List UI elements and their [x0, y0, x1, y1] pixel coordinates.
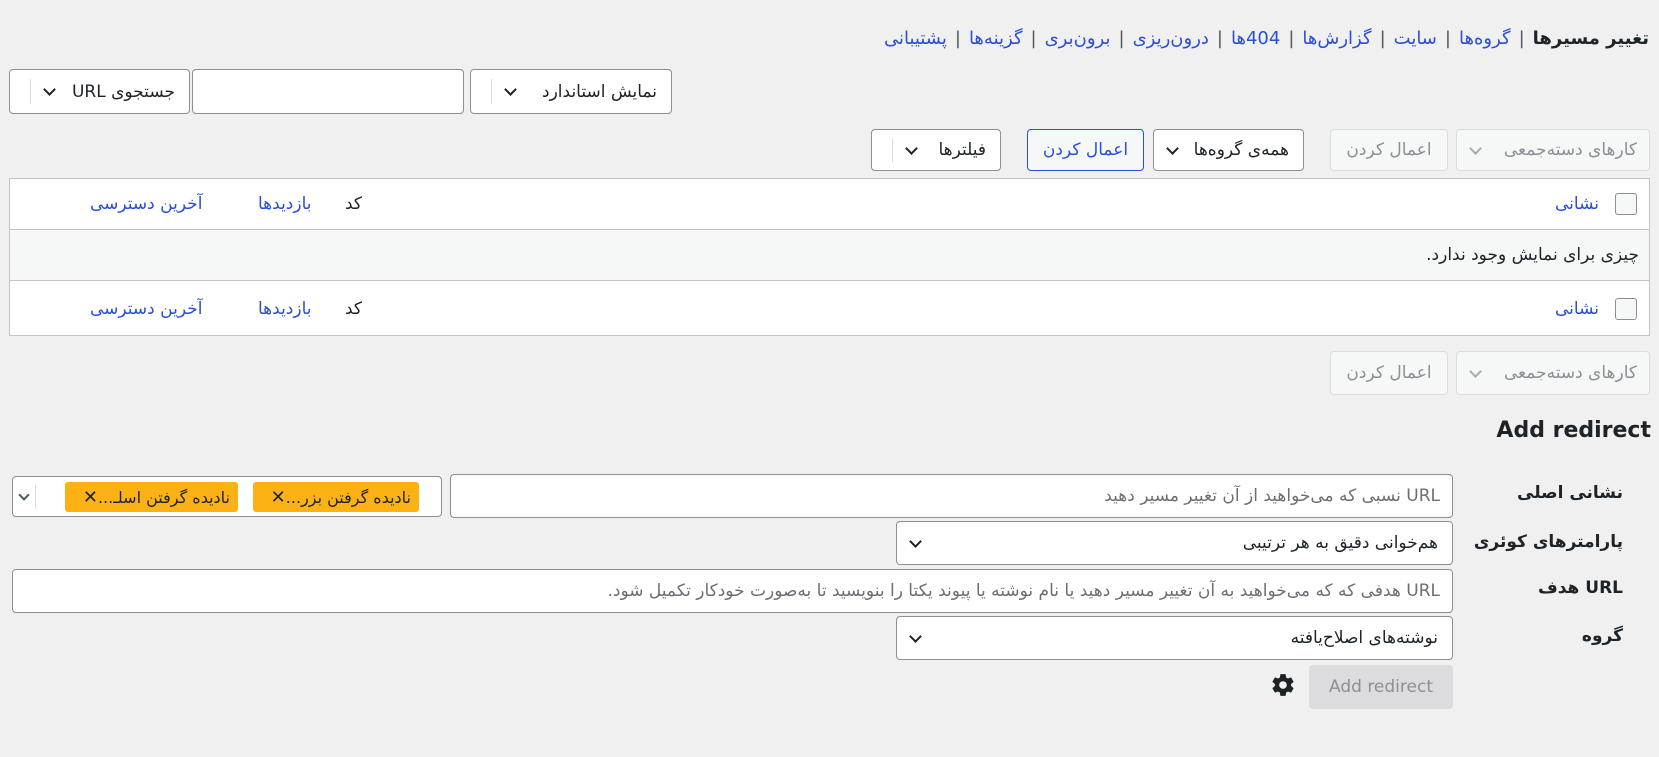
- chevron-down-icon: [897, 522, 933, 564]
- search-type-select[interactable]: جستجوی URL: [9, 69, 190, 114]
- nav-link-logs[interactable]: گزارش‌ها: [1302, 28, 1371, 49]
- search-type-value: جستجوی URL: [71, 81, 175, 102]
- nav-separator: |: [1518, 28, 1525, 49]
- close-icon[interactable]: ✕: [271, 487, 286, 508]
- bulk-actions-select-bottom[interactable]: کارهای دسته‌جمعی: [1456, 351, 1650, 395]
- select-divider: [892, 138, 893, 162]
- flag-tag-label: نادیده گرفتن اسلـ...: [97, 487, 230, 507]
- select-all-checkbox-footer[interactable]: [1615, 297, 1637, 320]
- chevron-down-icon: [1457, 130, 1493, 170]
- subsubsub-nav: تغییر مسیرها | گروه‌ها | سایت | گزارش‌ها…: [884, 28, 1649, 49]
- bulk-apply-label: اعمال کردن: [1346, 140, 1432, 160]
- group-select[interactable]: نوشته‌های اصلاح‌یافته: [896, 616, 1453, 660]
- nav-separator: |: [1216, 28, 1223, 49]
- nav-link-support[interactable]: پشتیبانی: [884, 28, 947, 49]
- chevron-down-icon: [492, 70, 528, 113]
- nav-link-site[interactable]: سایت: [1394, 28, 1437, 49]
- column-footer-last-access[interactable]: آخرین دسترسی: [90, 299, 202, 319]
- filter-apply-button[interactable]: اعمال کردن: [1027, 129, 1144, 171]
- query-params-select[interactable]: هم‌خوانی دقیق به هر ترتیبی: [896, 521, 1453, 565]
- bulk-apply-label: اعمال کردن: [1346, 363, 1432, 383]
- select-divider: [30, 78, 31, 105]
- close-icon[interactable]: ✕: [83, 487, 98, 508]
- bulk-actions-label: کارهای دسته‌جمعی: [1503, 363, 1637, 383]
- filter-apply-label: اعمال کردن: [1042, 140, 1129, 160]
- target-url-input[interactable]: URL هدفی که که می‌خواهید به آن تغییر مسی…: [12, 569, 1453, 613]
- table-empty-row: چیزی برای نمایش وجود ندارد.: [10, 230, 1649, 281]
- nav-separator: |: [1444, 28, 1451, 49]
- nav-link-groups[interactable]: گروه‌ها: [1459, 28, 1511, 49]
- flag-tag-ignore-slash: نادیده گرفتن اسلـ... ✕: [64, 482, 238, 512]
- select-divider: [35, 485, 36, 509]
- groups-filter-select[interactable]: همه‌ی گروه‌ها: [1153, 129, 1304, 171]
- source-url-label: نشانی اصلی: [1517, 483, 1623, 503]
- group-value: نوشته‌های اصلاح‌یافته: [1290, 628, 1438, 648]
- column-header-url[interactable]: نشانی: [1555, 194, 1599, 214]
- column-footer-url[interactable]: نشانی: [1555, 299, 1599, 319]
- bulk-actions-select[interactable]: کارهای دسته‌جمعی: [1456, 129, 1650, 171]
- table-footer-row: نشانی کد بازدیدها آخرین دسترسی: [10, 282, 1649, 335]
- empty-message: چیزی برای نمایش وجود ندارد.: [1426, 245, 1639, 265]
- nav-link-import[interactable]: درون‌ریزی: [1133, 28, 1209, 49]
- chevron-down-icon: [897, 617, 933, 659]
- redirects-table: نشانی کد بازدیدها آخرین دسترسی چیزی برای…: [9, 178, 1650, 336]
- source-url-placeholder: URL نسبی که می‌خواهید از آن تغییر مسیر د…: [1104, 486, 1440, 506]
- query-params-value: هم‌خوانی دقیق به هر ترتیبی: [1242, 533, 1438, 553]
- filters-label: فیلترها: [938, 140, 986, 160]
- bulk-actions-label: کارهای دسته‌جمعی: [1503, 140, 1637, 160]
- gear-icon[interactable]: [1270, 672, 1296, 698]
- nav-link-options[interactable]: گزینه‌ها: [969, 28, 1023, 49]
- chevron-down-icon: [13, 477, 35, 516]
- groups-filter-value: همه‌ی گروه‌ها: [1193, 140, 1289, 160]
- add-redirect-button[interactable]: Add redirect: [1309, 665, 1453, 709]
- search-input[interactable]: [192, 69, 464, 114]
- nav-separator: |: [954, 28, 961, 49]
- chevron-down-icon: [893, 130, 929, 170]
- nav-link-404s[interactable]: 404ها: [1231, 28, 1280, 49]
- bulk-apply-button[interactable]: اعمال کردن: [1330, 129, 1448, 171]
- source-flags-select[interactable]: نادیده گرفتن بزر... ✕ نادیده گرفتن اسلـ.…: [12, 476, 442, 517]
- bulk-apply-button-bottom[interactable]: اعمال کردن: [1330, 351, 1448, 395]
- filters-dropdown[interactable]: فیلترها: [871, 129, 1001, 171]
- nav-separator: |: [1288, 28, 1295, 49]
- table-header-row: نشانی کد بازدیدها آخرین دسترسی: [10, 179, 1649, 230]
- nav-separator: |: [1030, 28, 1037, 49]
- target-url-label: URL هدف: [1537, 578, 1623, 598]
- column-header-hits[interactable]: بازدیدها: [258, 194, 312, 214]
- add-redirect-heading: Add redirect: [1496, 418, 1651, 443]
- chevron-down-icon: [1457, 352, 1493, 394]
- chevron-down-icon: [1154, 130, 1190, 170]
- column-header-last-access[interactable]: آخرین دسترسی: [90, 194, 202, 214]
- target-url-placeholder: URL هدفی که که می‌خواهید به آن تغییر مسی…: [607, 581, 1440, 601]
- column-footer-hits[interactable]: بازدیدها: [258, 299, 312, 319]
- column-header-code: کد: [345, 194, 363, 214]
- column-footer-code: کد: [345, 298, 363, 319]
- display-mode-value: نمایش استاندارد: [542, 81, 657, 102]
- flag-tag-ignore-case: نادیده گرفتن بزر... ✕: [252, 482, 419, 512]
- flag-tag-label: نادیده گرفتن بزر...: [285, 487, 411, 507]
- select-divider: [491, 78, 492, 105]
- chevron-down-icon: [31, 70, 67, 113]
- group-label: گروه: [1581, 626, 1623, 646]
- query-params-label: پارامترهای کوئری: [1473, 532, 1623, 552]
- nav-link-export[interactable]: برون‌بری: [1045, 28, 1111, 49]
- select-all-checkbox[interactable]: [1615, 193, 1637, 215]
- nav-separator: |: [1379, 28, 1386, 49]
- nav-separator: |: [1118, 28, 1125, 49]
- add-redirect-button-label: Add redirect: [1329, 677, 1433, 697]
- source-url-input[interactable]: URL نسبی که می‌خواهید از آن تغییر مسیر د…: [450, 474, 1453, 518]
- display-mode-select[interactable]: نمایش استاندارد: [470, 69, 672, 114]
- nav-current-redirects: تغییر مسیرها: [1532, 28, 1649, 49]
